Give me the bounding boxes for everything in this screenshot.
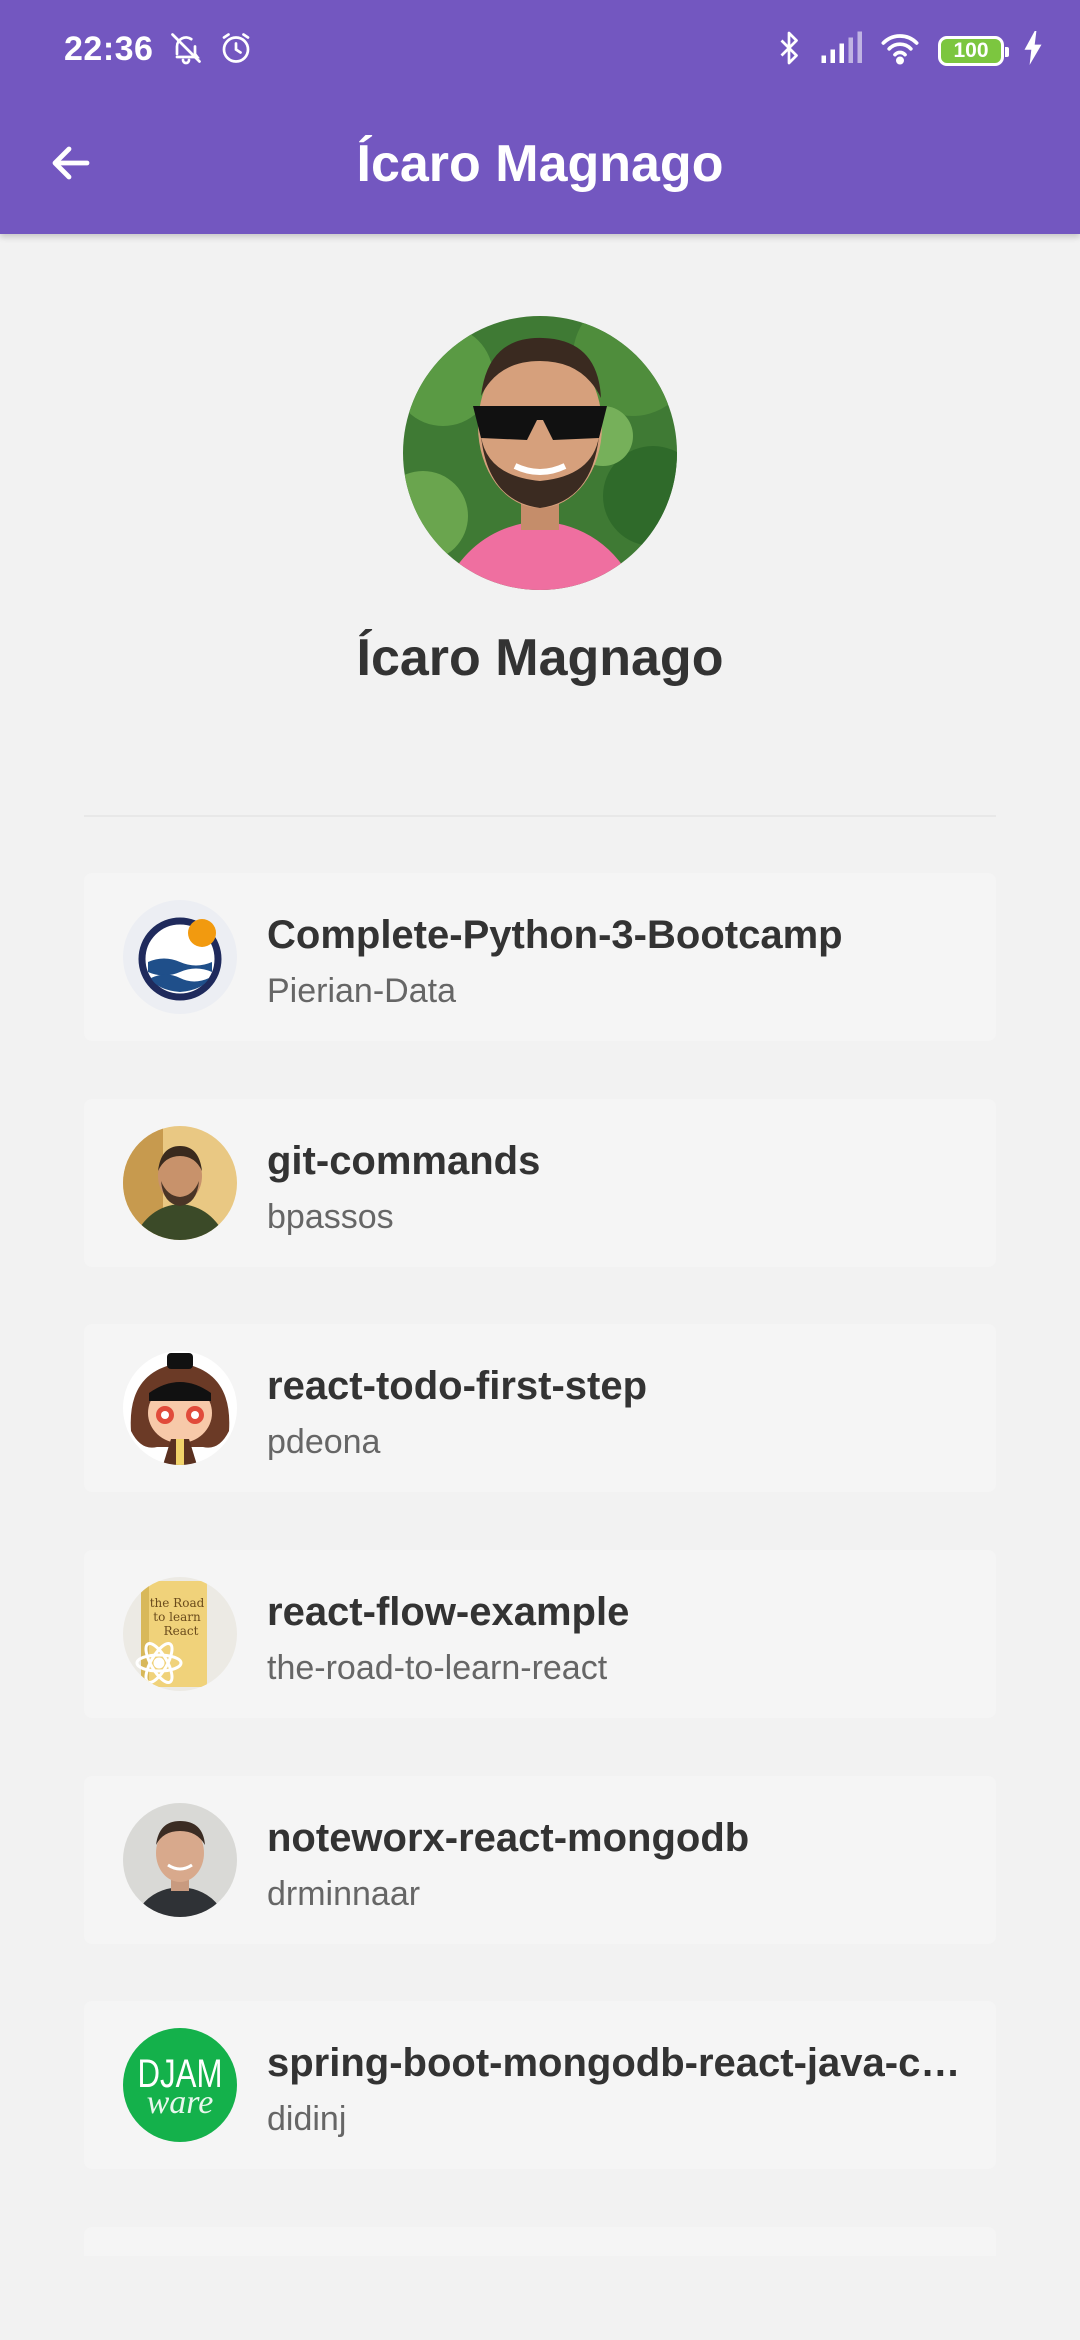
repo-owner-avatar (123, 1351, 237, 1465)
repo-list-item[interactable]: the Road to learn React react-flow-examp… (84, 1550, 996, 1718)
alarm-icon (218, 30, 254, 71)
charging-icon (1022, 31, 1044, 70)
app-bar-title: Ícaro Magnago (356, 135, 724, 193)
repo-owner-avatar (123, 900, 237, 1014)
repo-name: git-commands (267, 1139, 541, 1183)
status-bar: 22:36 100 (0, 0, 1080, 100)
repo-name: Complete-Python-3-Bootcamp (267, 913, 843, 957)
repo-list-item[interactable]: react-todo-first-step pdeona (84, 1324, 996, 1492)
repo-list-item[interactable]: noteworx-react-mongodb drminnaar (84, 1776, 996, 1944)
wifi-icon (880, 31, 920, 70)
divider (84, 815, 996, 817)
repo-owner: drminnaar (267, 1875, 421, 1913)
repo-owner: pdeona (267, 1423, 381, 1461)
list-bottom-edge (0, 2256, 1080, 2340)
djam-logo-bottom: ware (146, 2084, 214, 2121)
repo-owner: bpassos (267, 1198, 394, 1236)
signal-icon (820, 31, 862, 70)
repo-name: react-todo-first-step (267, 1364, 648, 1408)
repo-owner: didinj (267, 2100, 347, 2138)
battery-icon: 100 (938, 35, 1009, 66)
repo-name: spring-boot-mongodb-react-java-crud (267, 2041, 966, 2085)
repo-owner-avatar (123, 1803, 237, 1917)
status-time: 22:36 (64, 30, 154, 68)
repo-list-item[interactable]: DJAM ware spring-boot-mongodb-react-java… (84, 2001, 996, 2169)
profile-name: Ícaro Magnago (356, 629, 724, 687)
repo-owner: the-road-to-learn-react (267, 1649, 608, 1687)
repo-owner-avatar: the Road to learn React (123, 1577, 237, 1691)
mute-bell-icon (168, 30, 204, 71)
repo-name: react-flow-example (267, 1590, 630, 1634)
repo-list-item[interactable]: git-commands bpassos (84, 1099, 996, 1267)
bluetooth-icon (776, 30, 802, 71)
repo-owner: Pierian-Data (267, 972, 456, 1010)
repo-owner-avatar (123, 1126, 237, 1240)
app-bar: 22:36 100 Ícaro Magnago (0, 0, 1080, 234)
toolbar: Ícaro Magnago (0, 100, 1080, 234)
repo-owner-avatar: DJAM ware (123, 2028, 237, 2142)
profile-avatar (403, 316, 677, 590)
repo-list-item[interactable]: Complete-Python-3-Bootcamp Pierian-Data (84, 873, 996, 1041)
svg-text:the Road: the Road (150, 1596, 205, 1610)
svg-text:to learn: to learn (153, 1610, 201, 1624)
svg-text:React: React (164, 1624, 199, 1638)
repo-name: noteworx-react-mongodb (267, 1816, 750, 1860)
